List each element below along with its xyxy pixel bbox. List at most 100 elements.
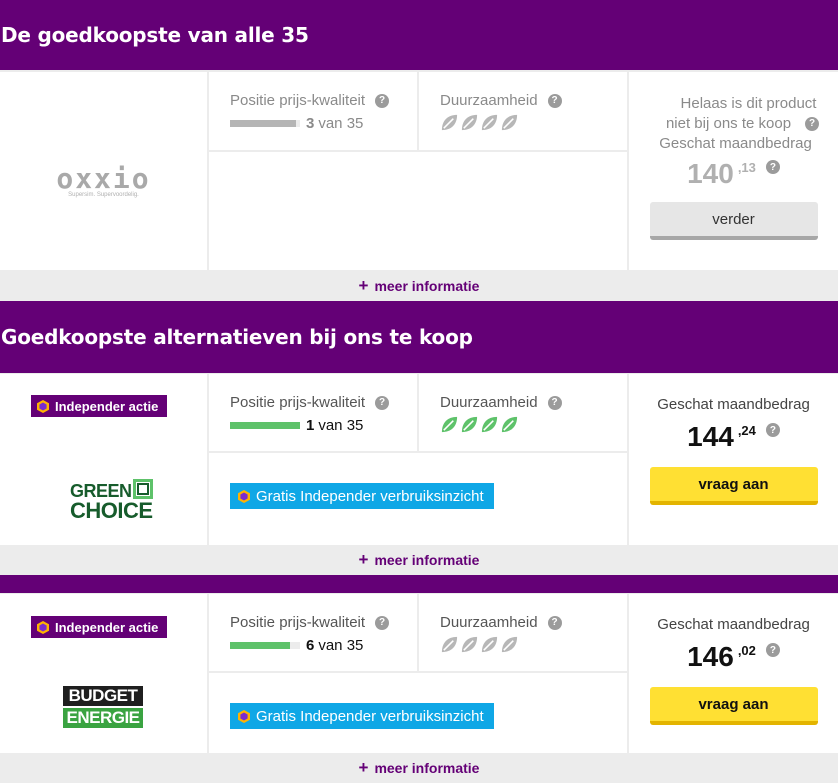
leaf-icon [501,416,518,433]
section-title: Goedkoopste alternatieven bij ons te koo… [1,325,473,349]
sustainability-leaves [440,113,627,132]
help-icon[interactable]: ? [547,395,562,410]
rank-suffix: van 35 [318,637,364,654]
more-info-link[interactable]: + meer informatie [0,545,838,575]
independer-action-badge: Independer actie [31,616,168,638]
promo-cell: Gratis Independer verbruiksinzicht [209,453,627,545]
product-card-oxxio: oxxio Supersim. Supervoordelig. Positie … [0,70,838,270]
help-icon[interactable]: ? [375,615,390,630]
price: 144 ,24 ? [687,421,780,453]
help-icon[interactable]: ? [765,643,780,657]
help-icon[interactable]: ? [375,395,390,410]
section-divider [0,575,838,593]
estimate-label: Geschat maandbedrag [657,396,810,413]
more-info-label: meer informatie [374,760,480,776]
position-label: Positie prijs-kwaliteit [230,394,366,411]
price-cents: ,02 [737,643,756,658]
independer-hex-icon [238,709,250,723]
leaf-icon [501,636,518,653]
button-label: verder [712,210,755,228]
product-card-budget-energie: Independer actie BUDGET ENERGIE Positie … [0,593,838,753]
price-cents: ,24 [737,423,756,438]
price: 140 ,13 ? [687,158,780,190]
leaf-icon [461,416,478,433]
logo-line-2: ENERGIE [63,708,143,728]
help-icon[interactable]: ? [765,160,780,174]
product-card-greenchoice: Independer actie GREEN CHOICE Positie pr… [0,373,838,545]
price-cell: Geschat maandbedrag 144 ,24 ? vraag aan [629,374,838,545]
rank-number: 3 [306,115,315,132]
position-cell: Positie prijs-kwaliteit ? 6 van 35 [209,594,417,671]
leaf-icon [481,416,498,433]
rank-row: 3 van 35 [230,115,417,132]
sustainability-label: Duurzaamheid [440,394,538,411]
oxxio-logo-tagline: Supersim. Supervoordelig. [68,191,139,198]
apply-button[interactable]: vraag aan [649,687,818,725]
help-icon[interactable]: ? [547,93,562,108]
position-label-row: Positie prijs-kwaliteit ? [230,394,417,411]
promo-cell-empty [209,152,627,270]
rank-row: 1 van 35 [230,417,417,434]
position-cell: Positie prijs-kwaliteit ? 3 van 35 [209,72,417,150]
budget-energie-logo: BUDGET ENERGIE [63,686,143,728]
section-header-alternatives: Goedkoopste alternatieven bij ons te koo… [0,301,838,373]
oxxio-logo: oxxio Supersim. Supervoordelig. [56,161,151,198]
sustainability-cell: Duurzaamheid ? [419,594,627,671]
help-icon[interactable]: ? [547,615,562,630]
verder-button[interactable]: verder [649,202,818,240]
logo-line-1: BUDGET [63,686,143,706]
independer-hex-icon [37,399,49,413]
rank-suffix: van 35 [318,417,364,434]
button-label: vraag aan [698,695,769,713]
greenchoice-logo: GREEN CHOICE [70,479,153,523]
leaf-icon [441,114,458,131]
price-cell: Helaas is dit product niet bij ons te ko… [629,72,838,270]
more-info-label: meer informatie [374,552,480,568]
more-info-label: meer informatie [374,278,480,294]
leaf-icon [441,636,458,653]
promo-label: Gratis Independer verbruiksinzicht [256,487,484,505]
section-title: De goedkoopste van alle 35 [1,23,309,47]
independer-action-badge: Independer actie [31,395,168,417]
help-icon[interactable]: ? [765,423,780,437]
rank-bar [230,422,300,429]
leaf-icon [481,114,498,131]
promo-tag: Gratis Independer verbruiksinzicht [230,703,494,729]
promo-label: Gratis Independer verbruiksinzicht [256,707,484,725]
position-label-row: Positie prijs-kwaliteit ? [230,92,417,109]
provider-logo-cell: Independer actie GREEN CHOICE [0,374,207,545]
estimate-label: Geschat maandbedrag [657,616,810,633]
more-info-link[interactable]: + meer informatie [0,753,838,783]
leaf-icon [501,114,518,131]
price-whole: 140 [687,158,734,189]
oxxio-logo-text: oxxio [56,161,151,195]
leaf-icon [461,636,478,653]
help-icon[interactable]: ? [375,93,390,108]
sustainability-label: Duurzaamheid [440,92,538,109]
position-label: Positie prijs-kwaliteit [230,92,366,109]
price: 146 ,02 ? [687,641,780,673]
apply-button[interactable]: vraag aan [649,467,818,505]
greenchoice-square-icon [132,479,153,499]
sustainability-cell: Duurzaamheid ? [419,374,627,451]
rank-bar [230,120,300,127]
estimate-label: Geschat maandbedrag [659,135,812,152]
help-icon[interactable]: ? [805,117,820,131]
sustainability-label-row: Duurzaamheid ? [440,92,627,109]
rank-number: 6 [306,637,315,654]
rank-number: 1 [306,417,315,434]
leaf-icon [481,636,498,653]
plus-icon: + [358,550,369,569]
price-whole: 144 [687,421,734,452]
logo-line-2: CHOICE [70,498,153,523]
sustainability-label-row: Duurzaamheid ? [440,614,627,631]
more-info-link[interactable]: + meer informatie [0,271,838,301]
rank-bar [230,642,300,649]
promo-cell: Gratis Independer verbruiksinzicht [209,673,627,753]
sustainability-leaves [440,635,627,654]
leaf-icon [461,114,478,131]
badge-label: Independer actie [55,619,159,635]
rank-row: 6 van 35 [230,637,417,654]
provider-logo-cell: oxxio Supersim. Supervoordelig. [0,72,207,270]
position-cell: Positie prijs-kwaliteit ? 1 van 35 [209,374,417,451]
